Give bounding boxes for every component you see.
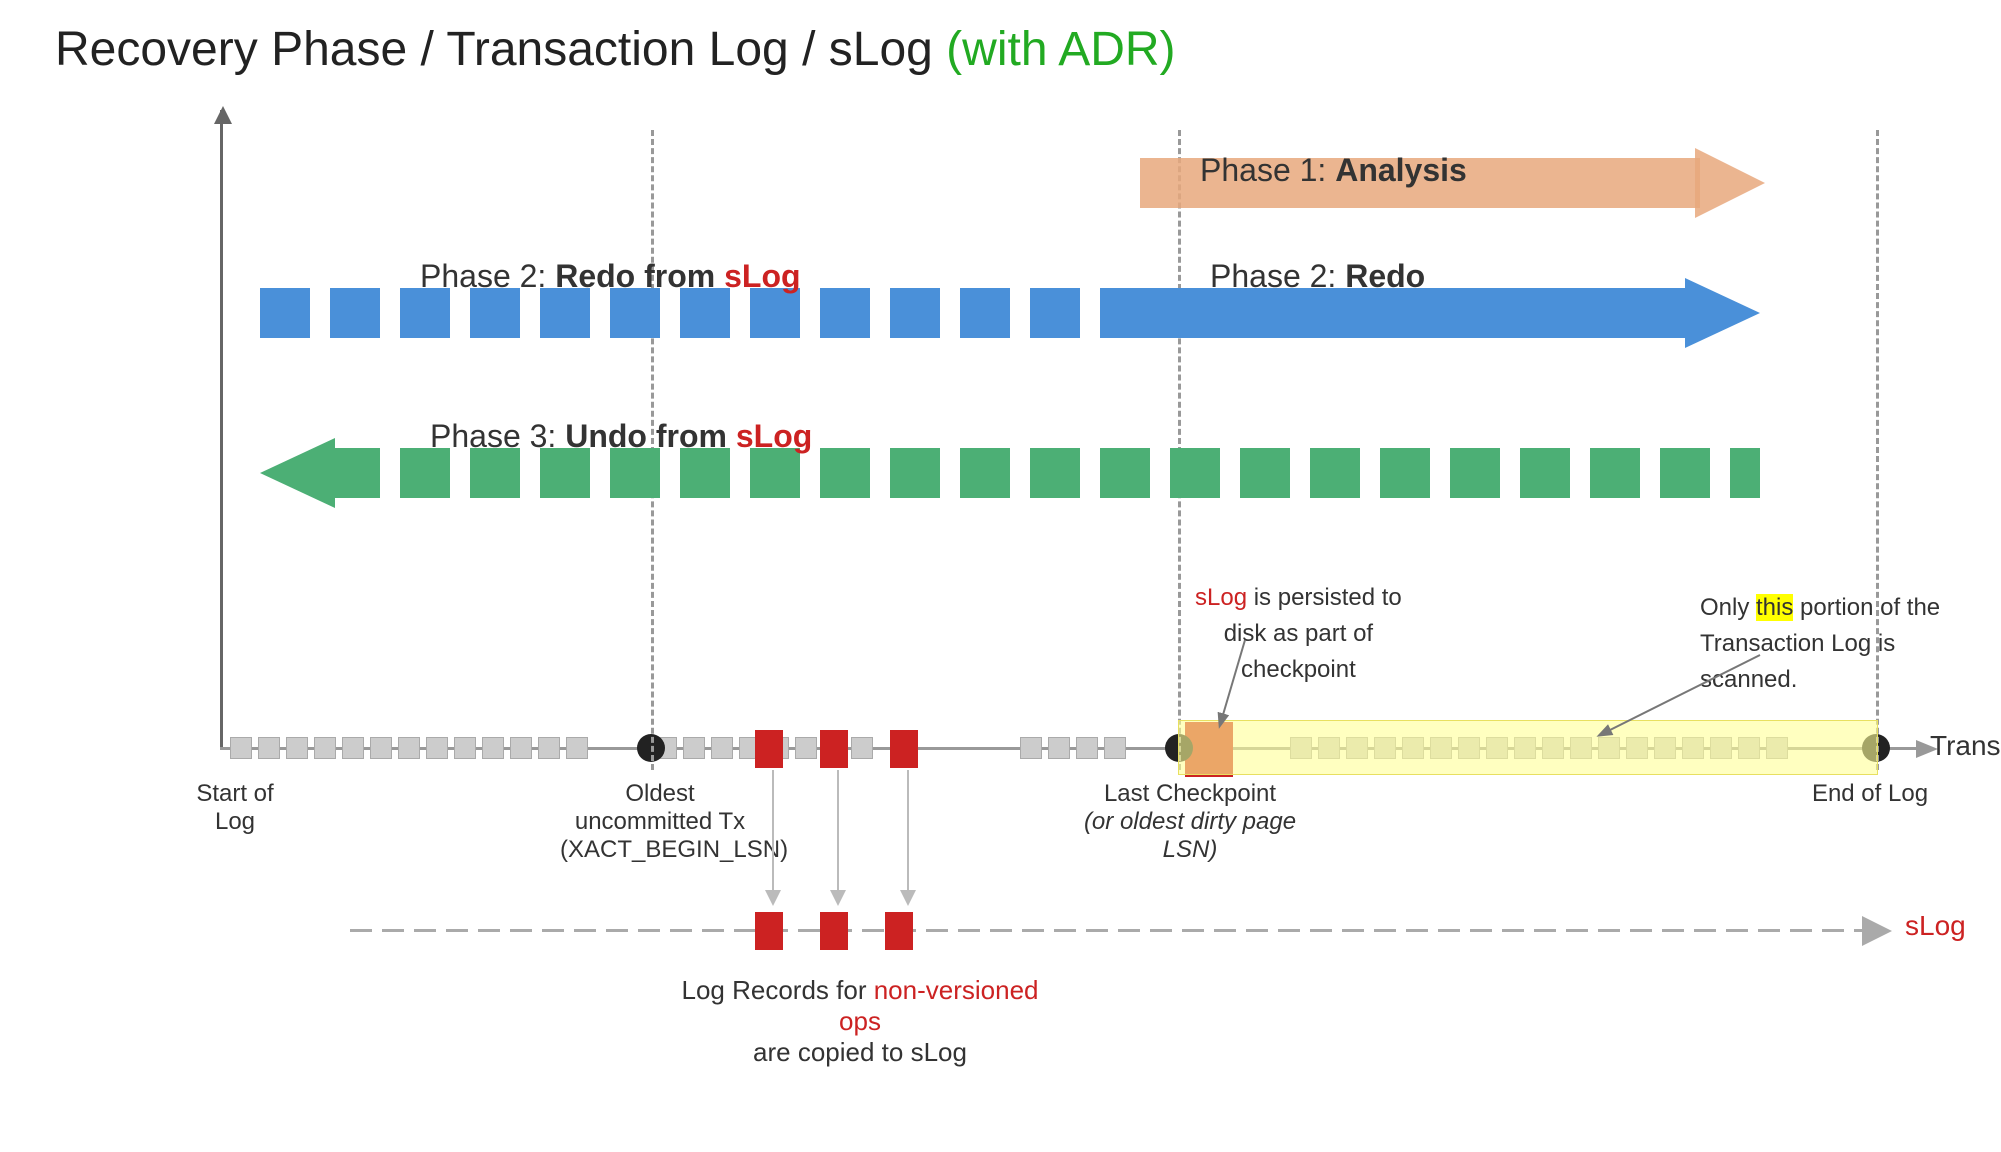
title-part2: (with ADR): [946, 23, 1175, 76]
slog-label: sLog: [1905, 910, 1966, 942]
phase2-slog-bold: Redo from sLog: [555, 258, 800, 294]
phase2-slog-label: Phase 2: Redo from sLog: [420, 258, 801, 295]
phase3-slog-bold: Undo from sLog: [565, 418, 812, 454]
this-highlight: this: [1756, 594, 1793, 621]
down-arrow-2: [830, 770, 846, 910]
arrow-undo-head: [260, 438, 335, 508]
red-sq-3: [890, 730, 918, 768]
phase1-bold: Analysis: [1335, 152, 1467, 188]
slog-red-sq-3: [885, 912, 913, 950]
slog-persisted-label: sLog is persisted todisk as part ofcheck…: [1195, 580, 1402, 688]
phase2-slog-red: sLog: [724, 258, 800, 294]
start-of-log-label: Start of Log: [175, 780, 295, 836]
non-versioned-label: non-versioned ops: [839, 975, 1038, 1036]
log-records-label: Log Records for non-versioned opsare cop…: [660, 975, 1060, 1068]
red-sq-2: [820, 730, 848, 768]
y-axis-arrow: [214, 106, 232, 124]
phase2-bold: Redo: [1345, 258, 1425, 294]
slog-red-sq-1: [755, 912, 783, 950]
page-title: Recovery Phase / Transaction Log / sLog …: [55, 22, 1176, 77]
arrow-analysis-head: [1695, 148, 1765, 218]
phase1-label: Phase 1: Analysis: [1200, 152, 1467, 189]
phase2-label: Phase 2: Redo: [1210, 258, 1425, 295]
phase3-slog-red: sLog: [736, 418, 812, 454]
arrow-redo-dashed-body: [260, 288, 1140, 338]
last-checkpoint-label: Last Checkpoint (or oldest dirty page LS…: [1080, 780, 1300, 864]
y-axis: [220, 110, 223, 750]
arrow-redo-solid-head: [1685, 278, 1760, 348]
arrow-undo-dashed-body: [330, 448, 1760, 498]
down-arrow-3: [900, 770, 916, 910]
down-arrow-1: [765, 770, 781, 910]
title-part1: Recovery Phase / Transaction Log / sLog: [55, 23, 946, 76]
arrow-redo-solid-body: [1140, 288, 1690, 338]
log-squares-mid1: [655, 738, 925, 758]
red-sq-1: [755, 730, 783, 768]
yellow-region: [1178, 720, 1878, 775]
phase3-slog-label: Phase 3: Undo from sLog: [430, 418, 812, 455]
end-of-log-label: End of Log: [1810, 780, 1930, 808]
oldest-uncommitted-label: Oldest uncommitted Tx (XACT_BEGIN_LSN): [560, 780, 760, 864]
slog-arrow-head: [1862, 916, 1892, 946]
log-squares-mid2: [1020, 738, 1155, 758]
transaction-log-label: Transaction Log: [1930, 730, 2001, 762]
slog-line: [350, 929, 1870, 932]
log-squares-left: [230, 738, 620, 758]
slog-red-sq-2: [820, 912, 848, 950]
main-container: Recovery Phase / Transaction Log / sLog …: [0, 0, 2001, 1152]
annotation-label: Only this portion of theTransaction Log …: [1700, 590, 1980, 698]
